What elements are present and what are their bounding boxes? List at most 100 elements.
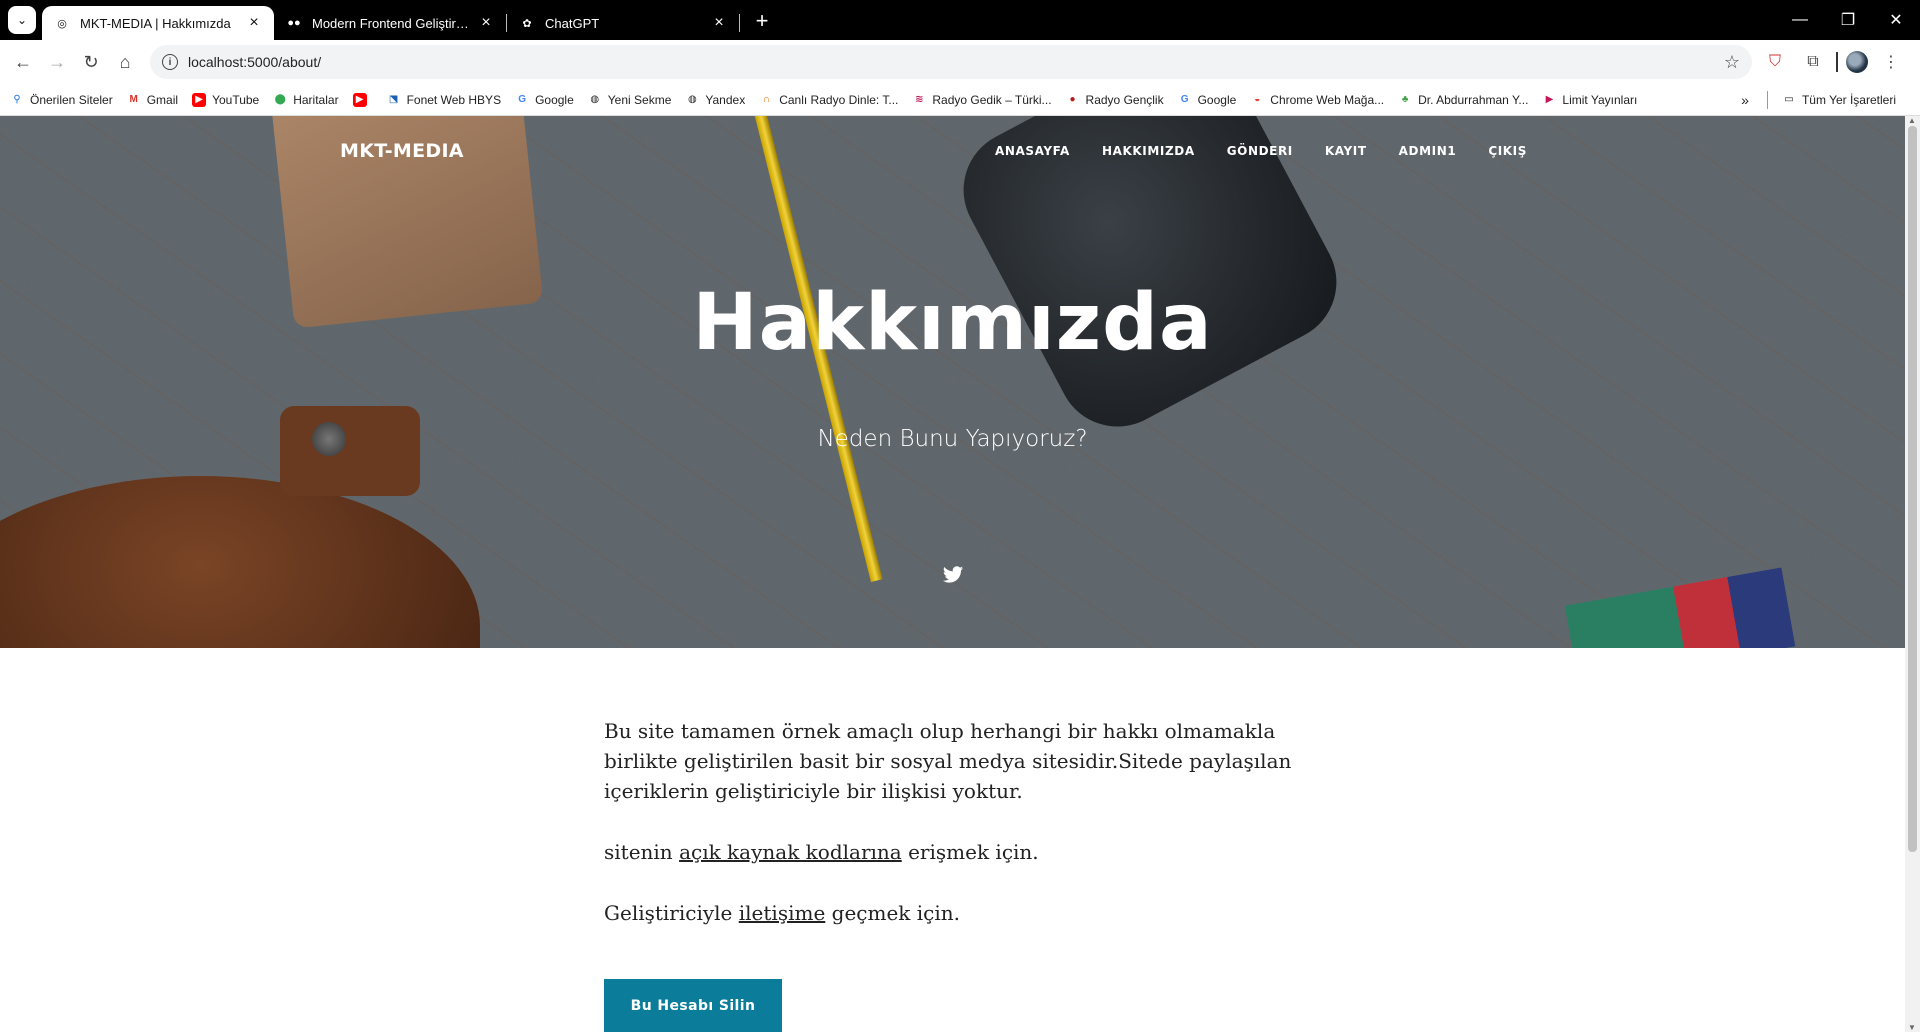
- menu-kebab-icon[interactable]: ⋮: [1876, 47, 1906, 77]
- bookmark-google-2[interactable]: G Google: [1178, 93, 1237, 107]
- google-icon: G: [1180, 94, 1189, 105]
- restore-icon[interactable]: ❐: [1824, 0, 1872, 40]
- close-window-icon[interactable]: ✕: [1872, 0, 1920, 40]
- more-bookmarks-chevron-icon[interactable]: »: [1741, 92, 1749, 108]
- bookmark-label: Fonet Web HBYS: [406, 92, 502, 107]
- globe-icon: ◎: [57, 17, 67, 30]
- bookmark-yeni-sekme[interactable]: ◍ Yeni Sekme: [588, 92, 672, 107]
- globe-icon: ◍: [688, 94, 697, 105]
- extensions-puzzle-icon[interactable]: ⧉: [1798, 47, 1828, 77]
- scrollbar-thumb[interactable]: [1908, 126, 1917, 852]
- bookmark-label: Radyo Gençlik: [1085, 92, 1164, 107]
- browser-tab-strip: ⌄ ◎ MKT-MEDIA | Hakkımızda × ●● Modern F…: [0, 0, 1920, 40]
- bookmark-google[interactable]: G Google: [515, 93, 574, 107]
- profile-avatar[interactable]: [1846, 51, 1868, 73]
- bookmark-radyo-gedik[interactable]: ≋ Radyo Gedik – Türki...: [912, 93, 1051, 107]
- bookmark-dr-abdurrahman[interactable]: ♣ Dr. Abdurrahman Y...: [1398, 92, 1529, 107]
- medium-icon: ●●: [287, 17, 301, 29]
- bookmark-onerilen[interactable]: ⚲ Önerilen Siteler: [10, 93, 112, 107]
- close-icon[interactable]: ×: [246, 14, 262, 32]
- bookmark-label: Haritalar: [293, 92, 339, 107]
- contact-suffix: geçmek için.: [825, 901, 960, 925]
- toolbar-divider: [1836, 52, 1838, 72]
- bookmark-youtube[interactable]: ▶ YouTube: [192, 92, 259, 107]
- bookmark-label: Yeni Sekme: [607, 92, 672, 107]
- address-bar[interactable]: i localhost:5000/about/ ☆: [150, 45, 1752, 79]
- bookmark-label: Tüm Yer İşaretleri: [1801, 92, 1896, 107]
- chrome-store-icon: ◒: [1254, 94, 1261, 105]
- twitter-icon[interactable]: [942, 564, 964, 586]
- page-viewport: MKT-MEDIA ANASAYFA HAKKIMIZDA GÖNDERI KA…: [0, 116, 1905, 1032]
- minimize-icon[interactable]: —: [1776, 0, 1824, 40]
- search-icon: ⚲: [13, 94, 21, 105]
- tab-divider: [739, 14, 740, 32]
- site-brand[interactable]: MKT-MEDIA: [340, 140, 464, 162]
- fonet-icon: ⬔: [388, 94, 399, 105]
- scroll-up-arrow-icon[interactable]: ▲: [1908, 116, 1916, 125]
- nav-anasayfa[interactable]: ANASAYFA: [995, 144, 1070, 158]
- bookmark-label: Limit Yayınları: [1562, 92, 1638, 107]
- tab-modern-frontend[interactable]: ●● Modern Frontend Geliştirme: H ×: [274, 6, 506, 40]
- bookmark-star-icon[interactable]: ☆: [1724, 52, 1740, 73]
- contact-prefix: Geliştiriciyle: [604, 901, 739, 925]
- reload-icon[interactable]: ↻: [74, 45, 108, 79]
- youtube-icon: ▶: [352, 92, 367, 107]
- bookmarks-bar: ⚲ Önerilen Siteler M Gmail ▶ YouTube ⬤ Harit…: [0, 84, 1920, 116]
- hero-bg-bag: [0, 476, 480, 648]
- bookmark-limit[interactable]: ▶ Limit Yayınları: [1542, 92, 1638, 107]
- bookmark-label: Google: [535, 92, 574, 107]
- back-arrow-icon[interactable]: ←: [6, 45, 40, 79]
- page-subtitle: Neden Bunu Yapıyoruz?: [817, 426, 1088, 452]
- bookmark-label: Radyo Gedik – Türki...: [932, 92, 1052, 107]
- hero-header: MKT-MEDIA ANASAYFA HAKKIMIZDA GÖNDERI KA…: [0, 116, 1905, 648]
- gmail-icon: M: [129, 94, 138, 105]
- bookmark-gmail[interactable]: M Gmail: [127, 93, 179, 107]
- bookmark-fonet[interactable]: ⬔ Fonet Web HBYS: [387, 92, 502, 107]
- site-info-icon[interactable]: i: [162, 54, 178, 70]
- bookmark-haritalar[interactable]: ⬤ Haritalar: [273, 92, 339, 107]
- bookmark-label: Dr. Abdurrahman Y...: [1418, 92, 1529, 107]
- url-text[interactable]: localhost:5000/about/: [188, 54, 1724, 70]
- bookmark-canli-radyo[interactable]: ∩ Canlı Radyo Dinle: T...: [759, 92, 899, 107]
- about-content: Bu site tamamen örnek amaçlı olup herhan…: [604, 716, 1304, 959]
- radio-logo-icon: ●: [1069, 94, 1076, 105]
- source-code-link[interactable]: açık kaynak kodlarına: [679, 840, 902, 864]
- bookmarks-divider: [1766, 90, 1768, 109]
- bookmark-youtube-2[interactable]: ▶: [352, 92, 373, 107]
- bookmark-chrome-store[interactable]: ◒ Chrome Web Mağa...: [1250, 93, 1384, 107]
- tab-title: ChatGPT: [545, 15, 600, 31]
- tab-search-icon[interactable]: ⌄: [8, 6, 36, 34]
- contact-link[interactable]: iletişime: [739, 901, 826, 925]
- nav-cikis[interactable]: ÇIKIŞ: [1488, 144, 1527, 158]
- bookmark-label: Chrome Web Mağa...: [1270, 92, 1385, 107]
- tab-mkt-media[interactable]: ◎ MKT-MEDIA | Hakkımızda ×: [42, 6, 274, 40]
- globe-icon: ◍: [590, 94, 600, 105]
- nav-admin1[interactable]: ADMIN1: [1399, 144, 1457, 158]
- new-tab-plus-icon[interactable]: +: [750, 8, 774, 34]
- site-navbar: MKT-MEDIA ANASAYFA HAKKIMIZDA GÖNDERI KA…: [0, 116, 1905, 196]
- bookmark-label: Canlı Radyo Dinle: T...: [779, 92, 899, 107]
- bookmark-radyo-genclik[interactable]: ● Radyo Gençlik: [1066, 93, 1164, 107]
- hero-bg-cards: [1564, 567, 1796, 648]
- bookmarks-right: » ▭ Tüm Yer İşaretleri: [1741, 90, 1910, 109]
- close-icon[interactable]: ×: [711, 14, 727, 32]
- intro-paragraph: Bu site tamamen örnek amaçlı olup herhan…: [604, 719, 1292, 803]
- forward-arrow-icon[interactable]: →: [40, 45, 74, 79]
- source-prefix: sitenin: [604, 840, 680, 864]
- page-scrollbar[interactable]: ▲ ▼: [1905, 116, 1920, 1032]
- bookmark-yandex[interactable]: ◍ Yandex: [685, 93, 745, 107]
- extension-shield-icon[interactable]: ⛉: [1760, 47, 1790, 77]
- scroll-down-arrow-icon[interactable]: ▼: [1908, 1023, 1916, 1032]
- delete-account-button[interactable]: Bu Hesabı Silin: [604, 979, 782, 1032]
- close-icon[interactable]: ×: [478, 14, 494, 32]
- toolbar-actions: ⛉ ⧉ ⋮: [1760, 47, 1906, 77]
- nav-gonderi[interactable]: GÖNDERI: [1227, 144, 1293, 158]
- nav-hakkimizda[interactable]: HAKKIMIZDA: [1102, 144, 1195, 158]
- youtube-icon: ▶: [192, 92, 207, 107]
- headphones-icon: ∩: [762, 94, 770, 105]
- home-icon[interactable]: ⌂: [108, 45, 142, 79]
- chatgpt-icon: ✿: [522, 17, 532, 30]
- all-bookmarks[interactable]: ▭ Tüm Yer İşaretleri: [1782, 93, 1896, 107]
- tab-chatgpt[interactable]: ✿ ChatGPT ×: [507, 6, 739, 40]
- nav-kayit[interactable]: KAYIT: [1325, 144, 1367, 158]
